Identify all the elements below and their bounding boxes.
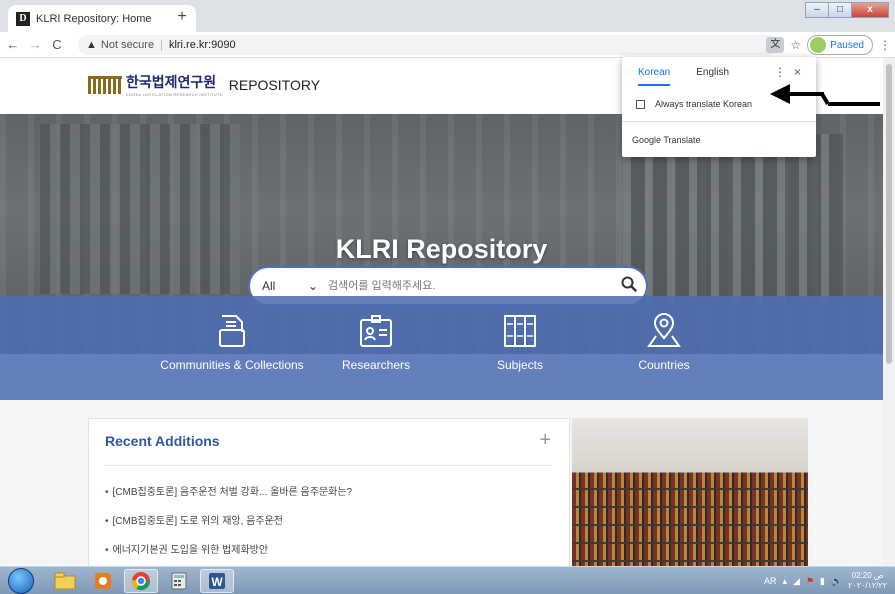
logo-subtitle: KOREA LEGISLATION RESEARCH INSTITUTE (126, 92, 223, 97)
category-band: Communities & Collections Researchers Su… (0, 296, 883, 400)
explorer-taskbar-icon[interactable] (48, 569, 82, 593)
screen: D KLRI Repository: Home × + – □ x ← → C … (0, 0, 895, 594)
chevron-down-icon: ⌄ (307, 279, 318, 293)
category-communities[interactable]: Communities & Collections (152, 312, 312, 374)
search-scope-value: All (262, 279, 276, 293)
clock-date: ٢٠٢٠/١٢/٢٢ (848, 581, 887, 590)
recent-additions-title[interactable]: Recent Additions (105, 433, 553, 449)
divider (622, 121, 816, 122)
always-translate-option[interactable]: Always translate Korean (636, 99, 752, 109)
system-tray: AR ▴ ◢ ⚑ ▮ 🔈 02:20 ص ٢٠٢٠/١٢/٢٢ (764, 571, 887, 591)
tab-title: KLRI Repository: Home (36, 12, 152, 25)
google-translate-label: Google Translate (632, 135, 701, 145)
new-tab-button[interactable]: + (172, 7, 192, 27)
avatar (810, 37, 827, 53)
start-button[interactable] (8, 568, 34, 594)
logo-korean-text: 한국법제연구원 (126, 74, 217, 90)
not-secure-label[interactable]: Not secure (101, 39, 154, 51)
divider (105, 465, 551, 466)
category-label: Countries (638, 358, 690, 372)
back-button[interactable]: ← (4, 37, 22, 52)
folder-icon (219, 315, 245, 347)
toolbar-right-icons: 文 ☆ Paused ⋮ (766, 35, 891, 55)
media-player-taskbar-icon[interactable] (86, 569, 120, 593)
language-indicator[interactable]: AR (764, 576, 777, 586)
tab-korean[interactable]: Korean (638, 67, 671, 86)
window-close-button[interactable]: x (851, 2, 889, 18)
search-icon[interactable] (612, 276, 646, 297)
calculator-taskbar-icon[interactable] (162, 569, 196, 593)
list-item[interactable]: [CMB집중토론] 도로 위의 재앙, 음주운전 (105, 512, 352, 527)
lower-section: Recent Additions + [CMB집중토론] 음주운전 처벌 강화.… (0, 400, 883, 566)
search-scope-select[interactable]: All ⌄ (250, 279, 328, 293)
translate-language-tabs: Korean English (638, 67, 755, 86)
profile-status: Paused (830, 39, 864, 51)
logo-mark-icon (88, 75, 122, 94)
translate-close-icon[interactable]: × (794, 65, 801, 79)
category-label: Subjects (496, 358, 544, 372)
profile-button[interactable]: Paused (807, 35, 873, 55)
browser-menu-icon[interactable]: ⋮ (879, 38, 891, 52)
id-card-icon (360, 315, 392, 347)
flag-icon[interactable]: ⚑ (806, 576, 814, 587)
always-translate-label: Always translate Korean (655, 99, 753, 109)
translate-menu-icon[interactable]: ⋮ (774, 65, 786, 79)
site-logo[interactable]: 한국법제연구원 KOREA LEGISLATION RESEARCH INSTI… (88, 72, 320, 97)
logo-repository-text: REPOSITORY (228, 76, 321, 93)
map-pin-icon (647, 313, 681, 347)
annotation-arrow-icon (770, 84, 880, 106)
recent-list: [CMB집중토론] 음주운전 처벌 강화... 올바른 음주문화는? [CMB집… (105, 483, 353, 566)
clock[interactable]: 02:20 ص ٢٠٢٠/١٢/٢٢ (848, 571, 887, 591)
address-bar[interactable]: ▲ Not secure | klri.re.kr:9090 (78, 35, 778, 55)
category-researchers[interactable]: Researchers (296, 312, 456, 374)
list-item[interactable]: 에너지기본권 도입을 위한 법제화방안 (105, 541, 352, 556)
reload-button[interactable]: C (48, 37, 66, 52)
category-subjects[interactable]: Subjects (440, 312, 600, 374)
browser-tab[interactable]: D KLRI Repository: Home × (8, 5, 196, 32)
browser-toolbar: ← → C ▲ Not secure | klri.re.kr:9090 文 ☆… (0, 32, 895, 58)
windows-taskbar: W AR ▴ ◢ ⚑ ▮ 🔈 02:20 ص ٢٠٢٠/١٢/٢٢ (0, 566, 895, 594)
url-text[interactable]: klri.re.kr:9090 (169, 39, 236, 51)
svg-text:W: W (211, 575, 223, 589)
page-scrollbar[interactable] (883, 58, 895, 566)
category-label: Researchers (341, 358, 411, 372)
recent-additions-panel: Recent Additions + [CMB집중토론] 음주운전 처벌 강화.… (88, 418, 570, 566)
word-taskbar-icon[interactable]: W (200, 569, 234, 593)
book-grid-icon (504, 315, 536, 347)
tab-english[interactable]: English (696, 67, 729, 86)
category-countries[interactable]: Countries (584, 312, 744, 374)
always-translate-checkbox[interactable] (636, 99, 645, 109)
window-controls: – □ x (805, 2, 889, 18)
category-label: Communities & Collections (160, 358, 304, 372)
hero-title: KLRI Repository (335, 234, 548, 264)
library-photo (572, 418, 808, 566)
forward-button[interactable]: → (26, 37, 44, 52)
volume-icon[interactable]: 🔈 (831, 576, 842, 587)
translate-icon[interactable]: 文 (766, 37, 785, 53)
tray-expand-icon[interactable]: ▴ (782, 576, 787, 587)
minimize-button[interactable]: – (805, 2, 829, 18)
address-separator: | (160, 39, 163, 51)
browser-tab-strip: D KLRI Repository: Home × + – □ x (0, 0, 895, 32)
scrollbar-thumb[interactable] (886, 64, 892, 364)
site-favicon-icon: D (16, 11, 30, 26)
bookmark-star-icon[interactable]: ☆ (790, 38, 801, 52)
more-plus-icon[interactable]: + (539, 429, 551, 452)
battery-icon[interactable]: ▮ (820, 576, 825, 587)
maximize-button[interactable]: □ (828, 2, 852, 18)
search-input[interactable] (328, 280, 612, 292)
list-item[interactable]: [CMB집중토론] 음주운전 처벌 강화... 올바른 음주문화는? (105, 483, 353, 498)
chrome-taskbar-icon[interactable] (124, 569, 158, 593)
network-icon[interactable]: ◢ (793, 576, 800, 587)
clock-time: 02:20 ص (851, 571, 884, 580)
warning-icon[interactable]: ▲ (86, 39, 97, 51)
